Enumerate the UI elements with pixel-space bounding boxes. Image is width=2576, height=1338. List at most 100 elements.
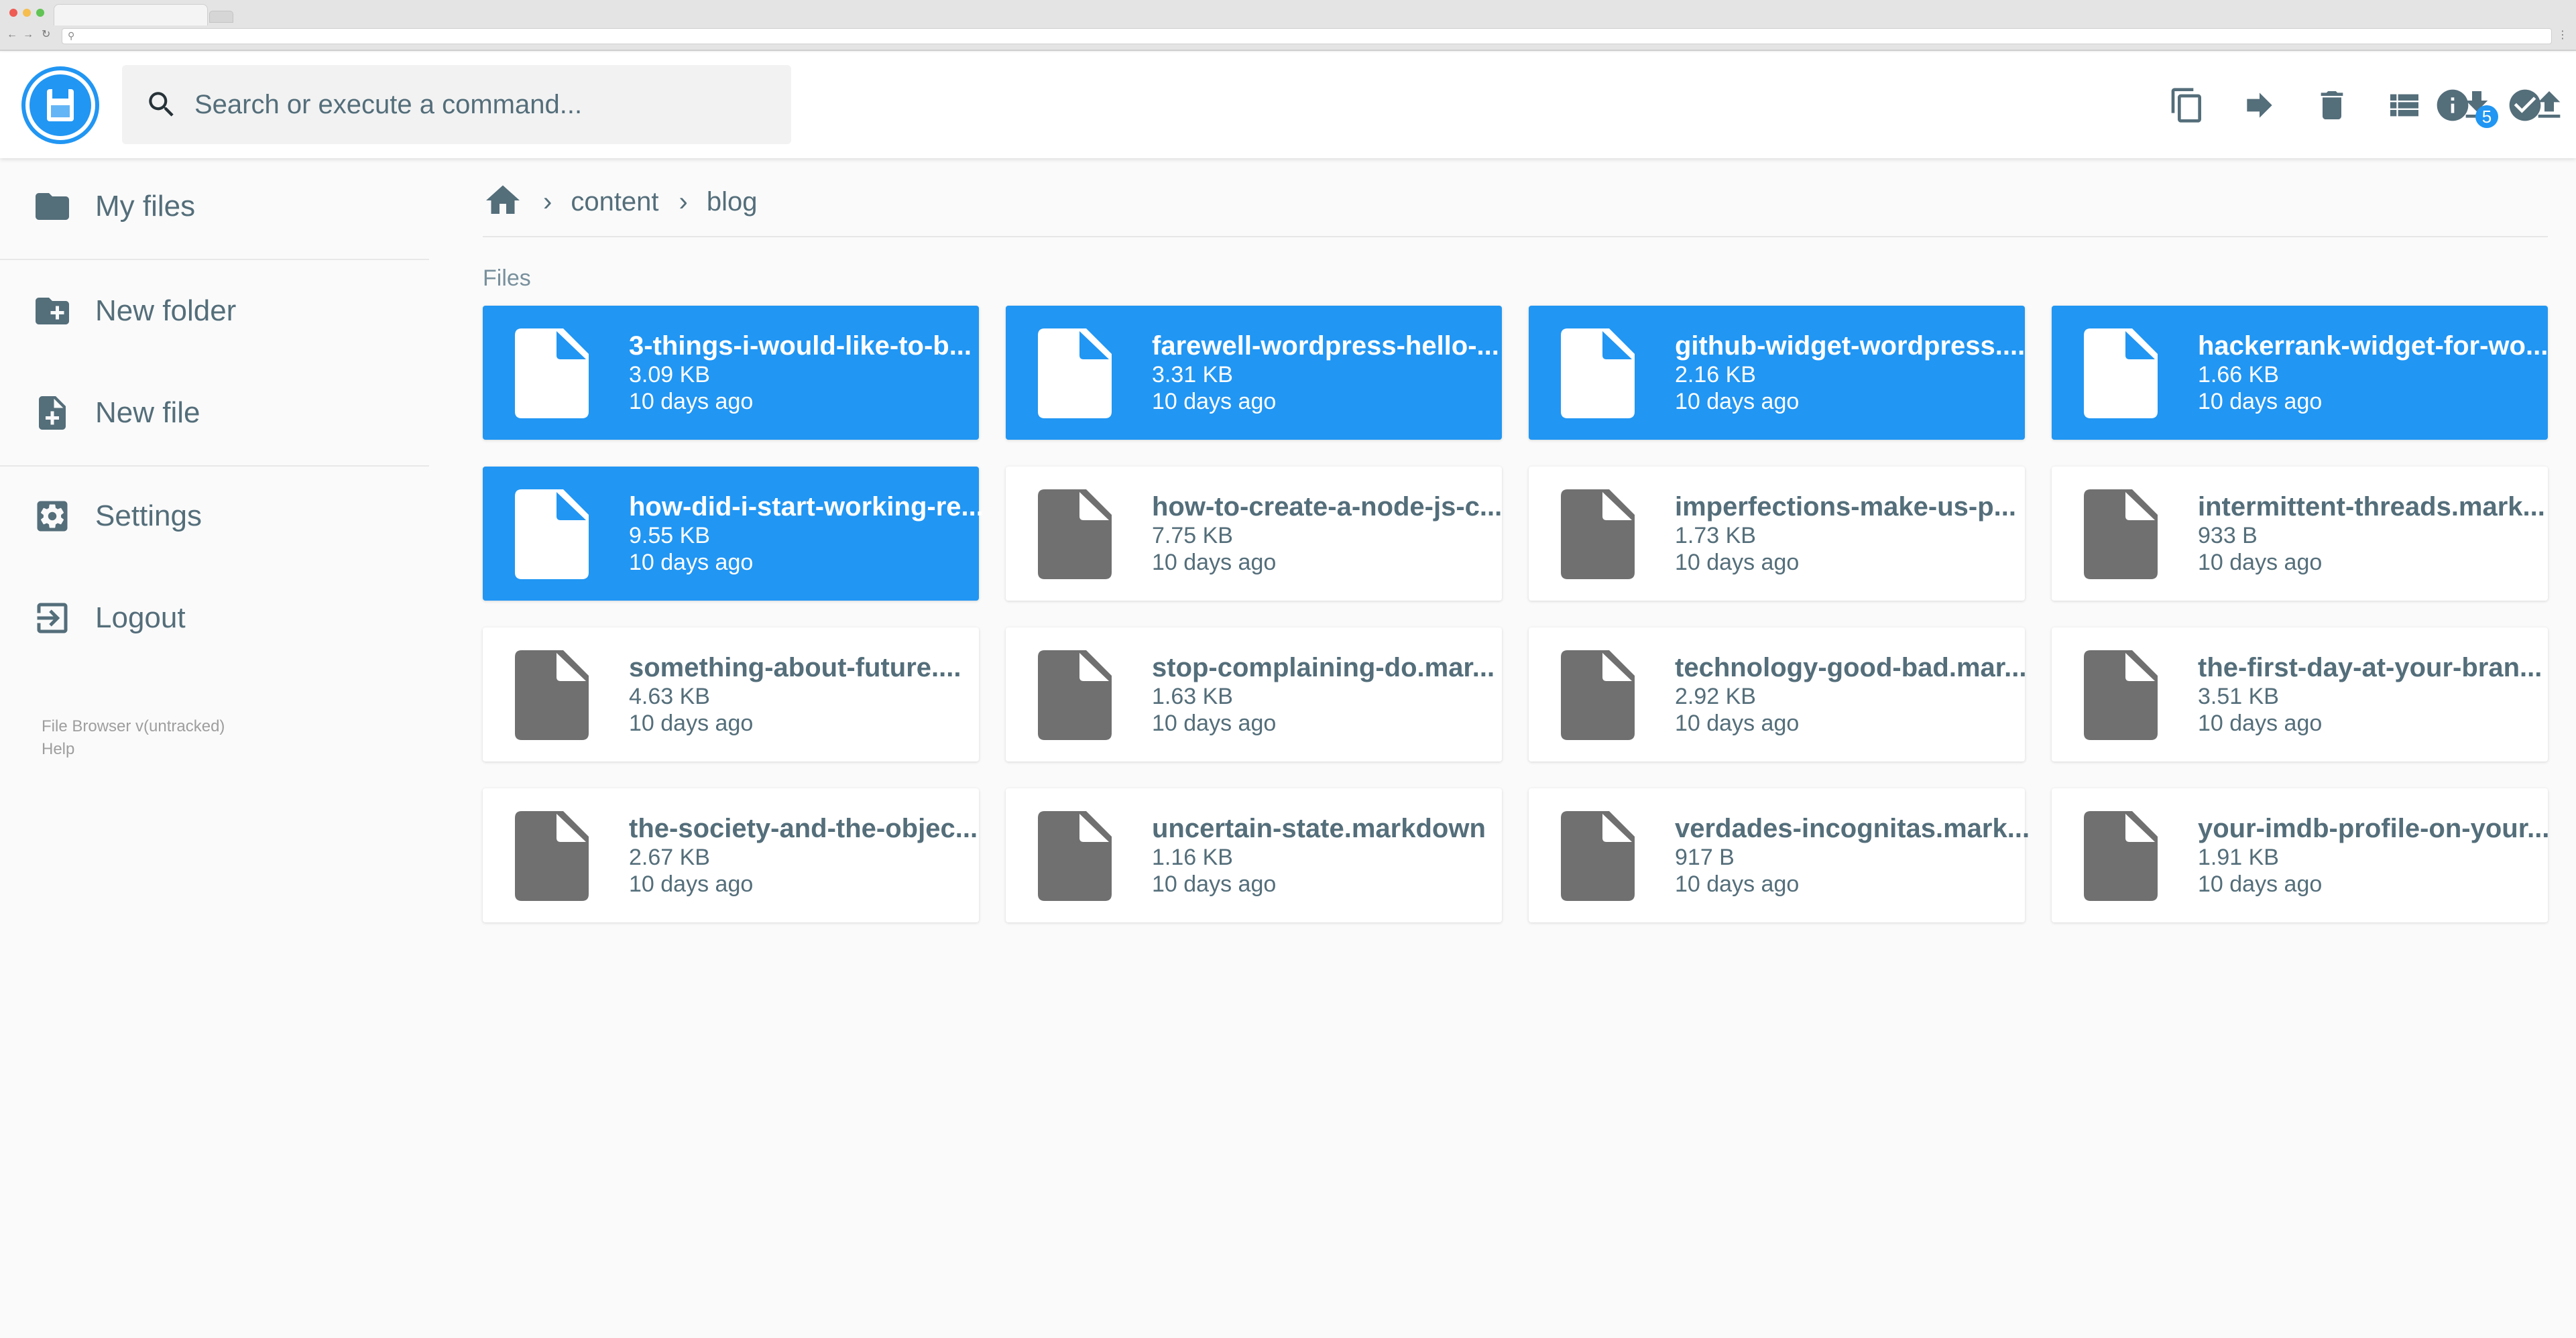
- file-item[interactable]: imperfections-make-us-p... 1.73 KB 10 days…: [1529, 467, 2025, 601]
- file-item[interactable]: the-first-day-at-your-bran... 3.51 KB 10 d…: [2052, 627, 2548, 762]
- file-icon: [2084, 328, 2158, 418]
- delete-button[interactable]: [2309, 82, 2355, 128]
- file-icon: [2084, 489, 2158, 579]
- browser-menu-icon[interactable]: ⋮: [2557, 28, 2568, 42]
- switch-view-button[interactable]: [2382, 82, 2427, 128]
- file-item[interactable]: 3-things-i-would-like-to-b... 3.09 KB 10 d…: [483, 306, 979, 440]
- file-item[interactable]: hackerrank-widget-for-wo... 1.66 KB 10 day…: [2052, 306, 2548, 440]
- sidebar-item-new-folder[interactable]: New folder: [0, 267, 429, 355]
- forward-arrow-icon[interactable]: →: [23, 28, 34, 42]
- file-size: 2.16 KB: [1675, 362, 1756, 387]
- exit-to-app-icon: [32, 598, 72, 638]
- file-icon: [515, 650, 589, 740]
- note-add-icon: [32, 393, 72, 433]
- sidebar-item-my-files[interactable]: My files: [0, 162, 429, 251]
- file-icon: [1561, 328, 1635, 418]
- chevron-right-icon: ›: [543, 186, 552, 217]
- file-modified: 10 days ago: [2198, 871, 2323, 897]
- copy-icon: [2171, 88, 2201, 123]
- search-input[interactable]: [194, 85, 771, 124]
- file-item[interactable]: uncertain-state.markdown 1.16 KB 10 days a…: [1006, 788, 1502, 922]
- home-icon[interactable]: [483, 180, 523, 224]
- settings-icon: [32, 496, 72, 536]
- file-item[interactable]: the-society-and-the-objec... 2.67 KB 10 da…: [483, 788, 979, 922]
- file-name: something-about-future....: [629, 653, 961, 682]
- file-item[interactable]: how-did-i-start-working-re... 9.55 KB 10 d…: [483, 467, 984, 601]
- file-icon: [2084, 811, 2158, 901]
- select-check-icon: [2509, 89, 2541, 121]
- browser-chrome: ← → ↻ ⚲ ⋮: [0, 0, 2576, 51]
- file-modified: 10 days ago: [1152, 389, 1277, 414]
- file-modified: 10 days ago: [2198, 550, 2323, 575]
- section-title-files: Files: [483, 265, 531, 291]
- file-size: 1.16 KB: [1152, 845, 1233, 870]
- sidebar-item-label: New file: [95, 396, 200, 429]
- file-item[interactable]: how-to-create-a-node-js-c... 7.75 KB 10 da…: [1006, 467, 1502, 601]
- copy-button[interactable]: [2164, 82, 2210, 128]
- info-button[interactable]: [2430, 82, 2475, 128]
- reload-icon[interactable]: ↻: [42, 28, 50, 42]
- file-icon: [1561, 489, 1635, 579]
- address-bar[interactable]: ⚲: [62, 28, 2552, 44]
- file-size: 3.09 KB: [629, 362, 710, 387]
- file-name: technology-good-bad.mar...: [1675, 653, 2027, 682]
- sidebar-item-new-file[interactable]: New file: [0, 369, 429, 457]
- sidebar-item-logout[interactable]: Logout: [0, 574, 429, 662]
- file-modified: 10 days ago: [629, 871, 754, 897]
- back-arrow-icon[interactable]: ←: [7, 28, 17, 42]
- file-item[interactable]: stop-complaining-do.mar... 1.63 KB 10 days…: [1006, 627, 1502, 762]
- window-maximize-button[interactable]: [36, 9, 44, 17]
- file-size: 3.31 KB: [1152, 362, 1233, 387]
- file-icon: [515, 328, 589, 418]
- delete-icon: [2321, 91, 2343, 119]
- file-modified: 10 days ago: [1675, 550, 1800, 575]
- window-close-button[interactable]: [9, 9, 17, 17]
- file-name: intermittent-threads.mark...: [2198, 492, 2545, 522]
- file-icon: [1038, 811, 1112, 901]
- sidebar-item-label: Settings: [95, 499, 202, 532]
- file-modified: 10 days ago: [629, 711, 754, 736]
- file-modified: 10 days ago: [2198, 389, 2323, 414]
- move-button[interactable]: [2237, 82, 2282, 128]
- file-icon: [1038, 489, 1112, 579]
- sidebar-item-settings[interactable]: Settings: [0, 472, 429, 560]
- file-modified: 10 days ago: [1675, 871, 1800, 897]
- file-icon: [1561, 650, 1635, 740]
- file-modified: 10 days ago: [1675, 389, 1800, 414]
- file-name: farewell-wordpress-hello-...: [1152, 331, 1499, 361]
- file-size: 1.63 KB: [1152, 684, 1233, 709]
- file-modified: 10 days ago: [1152, 711, 1277, 736]
- file-item[interactable]: farewell-wordpress-hello-... 3.31 KB 10 da…: [1006, 306, 1502, 440]
- file-name: imperfections-make-us-p...: [1675, 492, 2017, 522]
- file-size: 7.75 KB: [1152, 523, 1233, 548]
- file-size: 2.92 KB: [1675, 684, 1756, 709]
- file-item[interactable]: your-imdb-profile-on-your... 1.91 KB 10 da…: [2052, 788, 2549, 922]
- file-name: hackerrank-widget-for-wo...: [2198, 331, 2549, 361]
- browser-new-tab-button[interactable]: [209, 11, 233, 23]
- help-link[interactable]: Help: [42, 740, 74, 759]
- version-credit: File Browser v(untracked): [42, 717, 225, 735]
- file-size: 3.51 KB: [2198, 684, 2279, 709]
- file-name: the-first-day-at-your-bran...: [2198, 653, 2542, 682]
- app-logo[interactable]: [25, 70, 95, 140]
- file-item[interactable]: technology-good-bad.mar... 2.92 KB 10 days…: [1529, 627, 2027, 762]
- main-content: › content › blog Files 3-things-i-would-…: [483, 158, 2549, 1298]
- file-item[interactable]: github-widget-wordpress.... 2.16 KB 10 day…: [1529, 306, 2025, 440]
- file-name: github-widget-wordpress....: [1675, 331, 2026, 361]
- file-name: uncertain-state.markdown: [1152, 814, 1486, 843]
- file-item[interactable]: intermittent-threads.mark... 933 B 10 days…: [2052, 467, 2548, 601]
- sidebar-item-label: Logout: [95, 601, 186, 634]
- list-view-icon: [2390, 94, 2418, 117]
- file-modified: 10 days ago: [629, 550, 754, 575]
- file-icon: [515, 811, 589, 901]
- file-item[interactable]: something-about-future.... 4.63 KB 10 days…: [483, 627, 979, 762]
- window-minimize-button[interactable]: [23, 9, 31, 17]
- file-size: 2.67 KB: [629, 845, 710, 870]
- folder-icon: [32, 186, 72, 227]
- breadcrumb-item-blog[interactable]: blog: [707, 187, 758, 217]
- breadcrumb-item-content[interactable]: content: [571, 187, 658, 217]
- browser-tab-active[interactable]: [54, 4, 208, 25]
- search-box[interactable]: [122, 65, 791, 144]
- select-multiple-button[interactable]: [2502, 82, 2548, 128]
- file-item[interactable]: verdades-incognitas.mark... 917 B 10 days …: [1529, 788, 2030, 922]
